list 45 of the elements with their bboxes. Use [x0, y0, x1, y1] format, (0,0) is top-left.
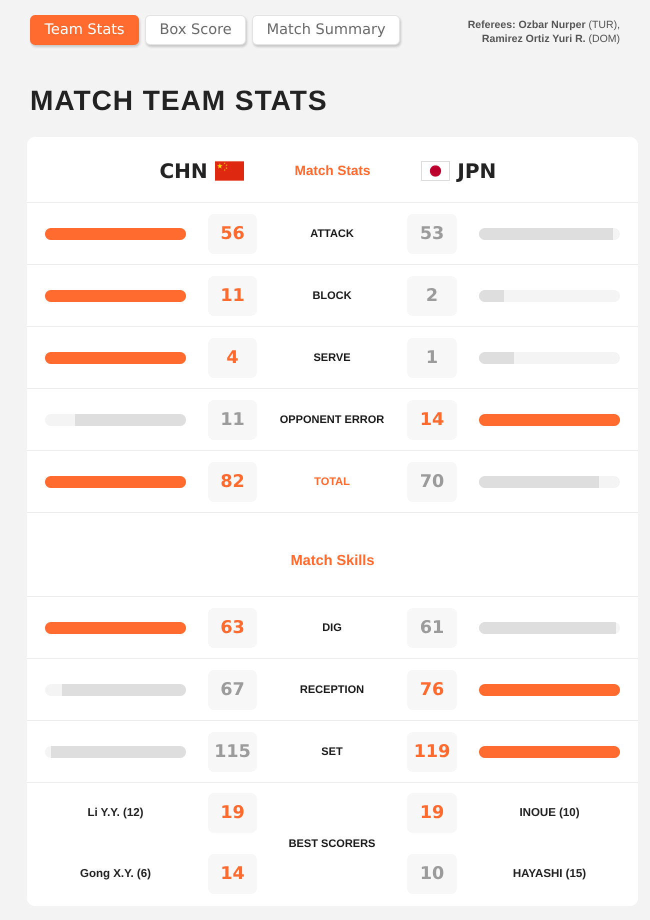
stat-value: 14: [407, 400, 457, 440]
player-name: Gong X.Y. (6): [80, 868, 151, 880]
stat-value: 67: [208, 670, 257, 710]
page-title: MATCH TEAM STATS: [30, 87, 329, 115]
stat-label: DIG: [322, 622, 342, 634]
japan-flag-icon: [421, 160, 450, 180]
stat-value: 70: [407, 462, 457, 502]
stat-label: BEST SCORERS: [288, 838, 376, 850]
tab[interactable]: Team Stats: [30, 15, 139, 45]
china-flag-icon: [214, 160, 244, 180]
stat-value: 53: [407, 214, 457, 254]
stat-label: SERVE: [313, 352, 351, 364]
stat-value: 4: [208, 338, 257, 378]
stat-label: TOTAL: [314, 476, 350, 488]
stat-value: 76: [407, 670, 457, 710]
stat-value: 82: [208, 462, 257, 502]
player-name: HAYASHI (15): [512, 868, 586, 880]
stat-value: 63: [208, 608, 257, 648]
tab[interactable]: Match Summary: [252, 15, 400, 45]
referee-line: Referees: Ozbar Nurper (TUR),: [468, 18, 620, 32]
stat-value: 119: [407, 732, 457, 772]
player-points: 19: [208, 793, 257, 833]
player-points: 19: [407, 793, 457, 833]
player-points: 14: [208, 854, 257, 894]
stat-value: 61: [407, 608, 457, 648]
section-heading: Match Skills: [290, 552, 374, 568]
stat-value: 2: [407, 276, 457, 316]
stat-value: 115: [208, 732, 257, 772]
stat-value: 11: [208, 276, 257, 316]
player-name: Li Y.Y. (12): [87, 807, 144, 819]
section-heading: Match Stats: [294, 163, 370, 178]
team-code: CHN: [159, 158, 208, 182]
stat-value: 11: [208, 400, 257, 440]
stat-label: RECEPTION: [300, 684, 364, 696]
player-name: INOUE (10): [519, 807, 580, 819]
team-code: JPN: [457, 158, 496, 182]
stat-label: ATTACK: [310, 228, 354, 240]
stat-value: 1: [407, 338, 457, 378]
stat-label: BLOCK: [312, 290, 352, 302]
tab[interactable]: Box Score: [144, 15, 246, 45]
stat-label: SET: [321, 746, 343, 758]
referee-line: Ramirez Ortiz Yuri R. (DOM): [480, 32, 620, 46]
stat-label: OPPONENT ERROR: [280, 414, 384, 426]
player-points: 10: [407, 854, 457, 894]
stat-value: 56: [208, 214, 257, 254]
